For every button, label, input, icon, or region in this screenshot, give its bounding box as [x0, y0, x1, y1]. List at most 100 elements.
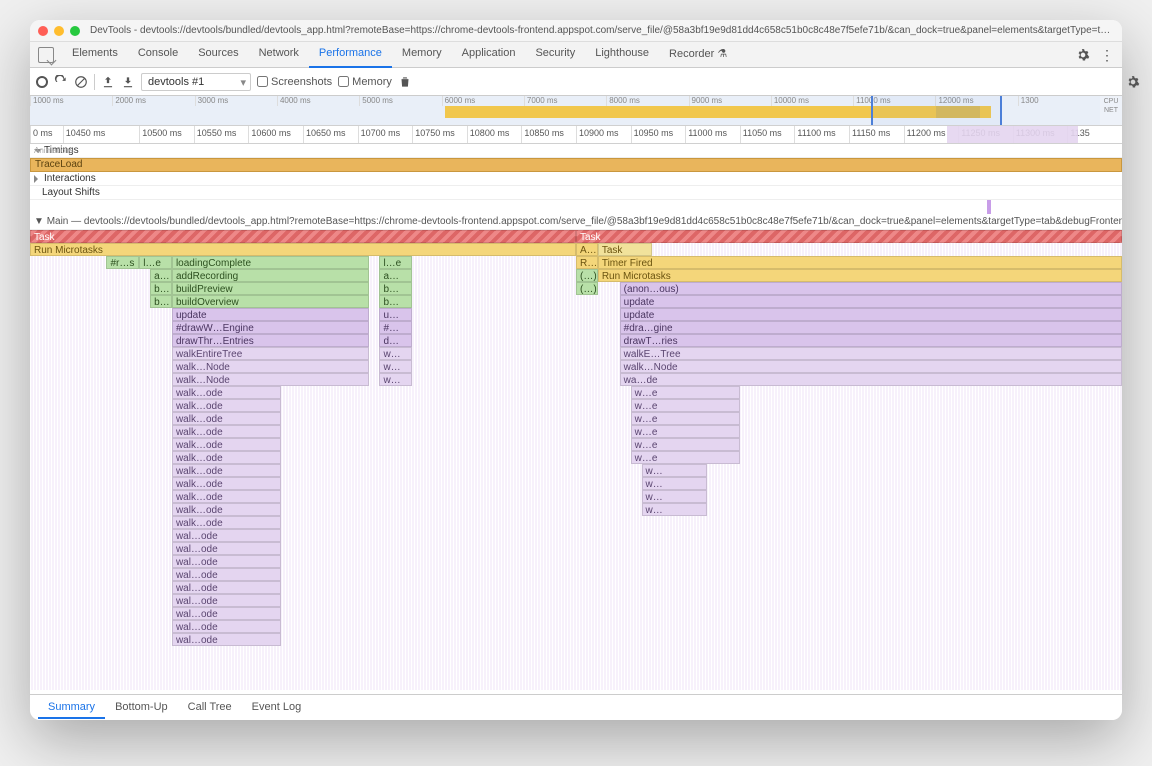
flame-bar[interactable]: w… [642, 477, 708, 490]
flame-bar[interactable]: walk…ode [172, 412, 281, 425]
flame-bar[interactable]: wal…ode [172, 594, 281, 607]
flame-bar[interactable]: w… [379, 373, 412, 386]
tab-lighthouse[interactable]: Lighthouse [585, 41, 659, 68]
flame-bar[interactable]: b… [150, 295, 172, 308]
flame-bar[interactable]: wal…ode [172, 529, 281, 542]
flame-bar[interactable]: w… [642, 490, 708, 503]
flame-bar[interactable]: walk…ode [172, 399, 281, 412]
flame-bar[interactable]: walk…Node [172, 373, 369, 386]
flame-bar[interactable]: buildOverview [172, 295, 369, 308]
flame-bar[interactable]: drawT…ries [620, 334, 1122, 347]
flame-bar[interactable]: Task [598, 243, 653, 256]
flame-bar[interactable]: w…e [631, 399, 740, 412]
flame-bar[interactable]: wal…ode [172, 633, 281, 646]
tab-application[interactable]: Application [452, 41, 526, 68]
flame-chart[interactable]: TaskRun Microtasks#r…sl…eloadingComplete… [30, 230, 1122, 690]
flame-bar[interactable]: #dra…gine [620, 321, 1122, 334]
flame-bar[interactable]: walk…ode [172, 464, 281, 477]
flame-bar[interactable]: #drawW…Engine [172, 321, 369, 334]
traceload-bar[interactable]: TraceLoad [30, 158, 1122, 172]
flame-bar[interactable]: w… [642, 503, 708, 516]
flame-bar[interactable]: #… [379, 321, 412, 334]
timings-header[interactable]: Timings [30, 144, 1122, 158]
flame-bar[interactable]: walk…ode [172, 425, 281, 438]
tab-console[interactable]: Console [128, 41, 188, 68]
flame-bar[interactable]: w…e [631, 451, 740, 464]
flame-bar[interactable]: walkEntireTree [172, 347, 369, 360]
details-tab-event-log[interactable]: Event Log [242, 697, 312, 719]
flame-bar[interactable]: Run Microtasks [30, 243, 576, 256]
minimize-window-button[interactable] [54, 26, 64, 36]
flame-bar[interactable]: w… [642, 464, 708, 477]
flame-bar[interactable]: wal…ode [172, 542, 281, 555]
more-options-icon[interactable]: ⋮ [1100, 48, 1114, 62]
upload-icon[interactable] [101, 75, 115, 89]
flame-bar[interactable]: buildPreview [172, 282, 369, 295]
flame-bar[interactable]: Task [30, 230, 576, 243]
reload-record-icon[interactable] [54, 75, 68, 89]
flame-bar[interactable]: walk…Node [620, 360, 1122, 373]
tab-network[interactable]: Network [249, 41, 309, 68]
clear-icon[interactable] [74, 75, 88, 89]
download-icon[interactable] [121, 75, 135, 89]
record-button[interactable] [36, 76, 48, 88]
flame-bar[interactable]: walkE…Tree [620, 347, 1122, 360]
flame-bar[interactable]: walk…ode [172, 386, 281, 399]
flame-bar[interactable]: (anon…ous) [620, 282, 1122, 295]
tab-sources[interactable]: Sources [188, 41, 248, 68]
flame-bar[interactable]: walk…ode [172, 490, 281, 503]
flame-bar[interactable]: wal…ode [172, 607, 281, 620]
tab-memory[interactable]: Memory [392, 41, 452, 68]
tab-security[interactable]: Security [525, 41, 585, 68]
details-tab-summary[interactable]: Summary [38, 697, 105, 719]
details-tab-bottom-up[interactable]: Bottom-Up [105, 697, 178, 719]
flame-bar[interactable]: l…e [379, 256, 412, 269]
memory-checkbox[interactable]: Memory [338, 76, 392, 88]
flame-bar[interactable]: walk…Node [172, 360, 369, 373]
flame-bar[interactable]: wal…ode [172, 581, 281, 594]
flame-bar[interactable]: walk…ode [172, 516, 281, 529]
flame-bar[interactable]: wal…ode [172, 555, 281, 568]
flame-bar[interactable]: loadingComplete [172, 256, 369, 269]
flame-bar[interactable]: w…e [631, 412, 740, 425]
screenshots-checkbox[interactable]: Screenshots [257, 76, 332, 88]
flame-bar[interactable]: w… [379, 360, 412, 373]
details-tab-call-tree[interactable]: Call Tree [178, 697, 242, 719]
inspect-element-icon[interactable] [38, 47, 54, 63]
flame-bar[interactable]: walk…ode [172, 438, 281, 451]
flame-bar[interactable]: l…e [139, 256, 172, 269]
flame-bar[interactable]: (…) [576, 269, 598, 282]
interactions-header[interactable]: Interactions [30, 172, 1122, 186]
timeline-ruler[interactable]: 0 ms10450 ms10500 ms10550 ms10600 ms1065… [30, 126, 1122, 144]
flame-bar[interactable]: u… [379, 308, 412, 321]
flame-bar[interactable]: update [172, 308, 369, 321]
tab-recorder[interactable]: Recorder ⚗ [659, 41, 737, 68]
timeline-overview[interactable]: 1000 ms2000 ms3000 ms4000 ms5000 ms6000 … [30, 96, 1122, 126]
flame-bar[interactable]: #r…s [106, 256, 139, 269]
flame-bar[interactable]: wal…ode [172, 568, 281, 581]
flame-bar[interactable]: w…e [631, 425, 740, 438]
flame-bar[interactable]: walk…ode [172, 503, 281, 516]
trash-icon[interactable] [398, 75, 412, 89]
tab-performance[interactable]: Performance [309, 41, 392, 68]
flame-bar[interactable]: Timer Fired [598, 256, 1122, 269]
flame-bar[interactable]: w… [379, 347, 412, 360]
flame-bar[interactable]: Run Microtasks [598, 269, 1122, 282]
flame-bar[interactable]: a… [150, 269, 172, 282]
flame-chart-area[interactable]: Animations Timings TraceLoad Interaction… [30, 144, 1122, 694]
flame-bar[interactable]: Task [576, 230, 1122, 243]
flame-bar[interactable]: b… [150, 282, 172, 295]
flame-bar[interactable]: d… [379, 334, 412, 347]
flame-bar[interactable]: A… [576, 243, 598, 256]
settings-gear-icon[interactable] [1076, 48, 1090, 62]
maximize-window-button[interactable] [70, 26, 80, 36]
flame-bar[interactable]: drawThr…Entries [172, 334, 369, 347]
flame-bar[interactable]: b… [379, 295, 412, 308]
flame-bar[interactable]: update [620, 295, 1122, 308]
flame-bar[interactable]: walk…ode [172, 451, 281, 464]
flame-bar[interactable]: w…e [631, 386, 740, 399]
flame-bar[interactable]: wal…ode [172, 620, 281, 633]
flame-bar[interactable]: a… [379, 269, 412, 282]
flame-bar[interactable]: w…e [631, 438, 740, 451]
flame-bar[interactable]: update [620, 308, 1122, 321]
